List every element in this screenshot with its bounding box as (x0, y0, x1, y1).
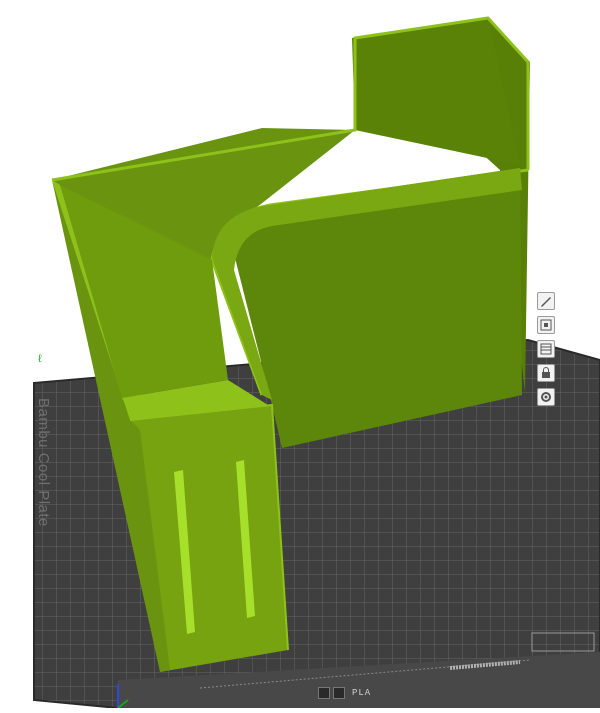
gear-icon[interactable] (333, 687, 345, 699)
layers-icon (540, 343, 552, 355)
plate-info-bar: PLA (318, 686, 371, 700)
pencil-marker: ℓ (38, 353, 42, 365)
pencil-button[interactable] (537, 292, 555, 310)
3d-viewport[interactable]: Bambu Cool Plate ℓ PLA (0, 0, 600, 709)
grid-icon[interactable] (318, 687, 330, 699)
lock-icon (542, 367, 550, 378)
pencil-icon (541, 297, 551, 307)
settings-icon (541, 392, 551, 402)
lock-button[interactable] (537, 364, 555, 382)
layers-button[interactable] (537, 340, 555, 358)
filament-label: PLA (352, 688, 372, 698)
arrange-button[interactable] (537, 316, 555, 334)
bed-label: Bambu Cool Plate (35, 398, 52, 527)
settings-button[interactable] (537, 388, 555, 406)
arrange-icon (540, 319, 552, 331)
